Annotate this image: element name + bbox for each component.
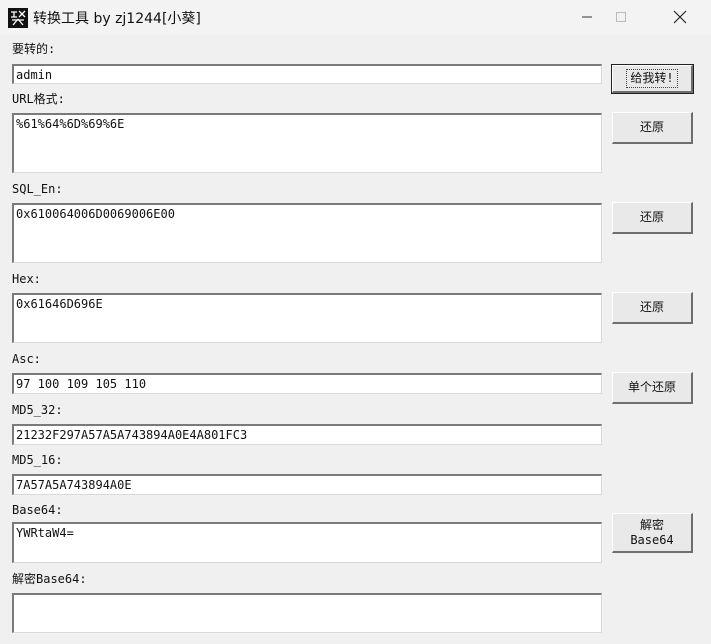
convert-button-label: 给我转!: [626, 69, 678, 88]
asc-restore-button[interactable]: 单个还原: [612, 372, 693, 404]
base64-field[interactable]: YWRtaW4=: [12, 522, 602, 563]
hex-restore-button[interactable]: 还原: [612, 292, 693, 324]
base64-decode-button[interactable]: 解密 Base64: [612, 513, 693, 553]
input-field[interactable]: admin: [12, 64, 602, 84]
maximize-button[interactable]: [598, 0, 644, 34]
url-label: URL格式:: [12, 92, 65, 106]
asc-field[interactable]: 97 100 109 105 110: [12, 373, 602, 394]
app-logo-icon: [8, 8, 28, 28]
md5-32-label: MD5_32:: [12, 403, 63, 417]
minimize-icon: [582, 16, 592, 18]
title-bar: 转换工具 by zj1244[小葵]: [0, 0, 711, 34]
base64-decode-label: 解密 Base64: [630, 517, 674, 547]
md5-32-field[interactable]: 21232F297A57A5A743894A0E4A801FC3: [12, 424, 602, 445]
url-field[interactable]: %61%64%6D%69%6E: [12, 113, 602, 173]
convert-button[interactable]: 给我转!: [611, 64, 694, 94]
hex-restore-label: 还原: [639, 300, 664, 314]
window-title: 转换工具 by zj1244[小葵]: [33, 11, 201, 27]
decode-base64-field[interactable]: [12, 593, 602, 633]
md5-16-label: MD5_16:: [12, 453, 63, 467]
md5-16-field[interactable]: 7A57A5A743894A0E: [12, 474, 602, 495]
sql-restore-button[interactable]: 还原: [612, 202, 693, 234]
maximize-icon: [616, 12, 626, 22]
sql-field[interactable]: 0x610064006D0069006E00: [12, 203, 602, 263]
input-label: 要转的:: [12, 42, 56, 56]
url-restore-button[interactable]: 还原: [612, 112, 693, 144]
base64-label: Base64:: [12, 503, 63, 517]
hex-label: Hex:: [12, 272, 41, 286]
url-restore-label: 还原: [639, 120, 664, 134]
asc-label: Asc:: [12, 352, 41, 366]
decode-base64-label: 解密Base64:: [12, 572, 87, 586]
hex-field[interactable]: 0x61646D696E: [12, 293, 602, 343]
sql-restore-label: 还原: [639, 210, 664, 224]
close-icon: [673, 10, 687, 24]
sql-label: SQL_En:: [12, 182, 63, 196]
asc-restore-label: 单个还原: [627, 380, 676, 394]
close-button[interactable]: [657, 0, 703, 34]
